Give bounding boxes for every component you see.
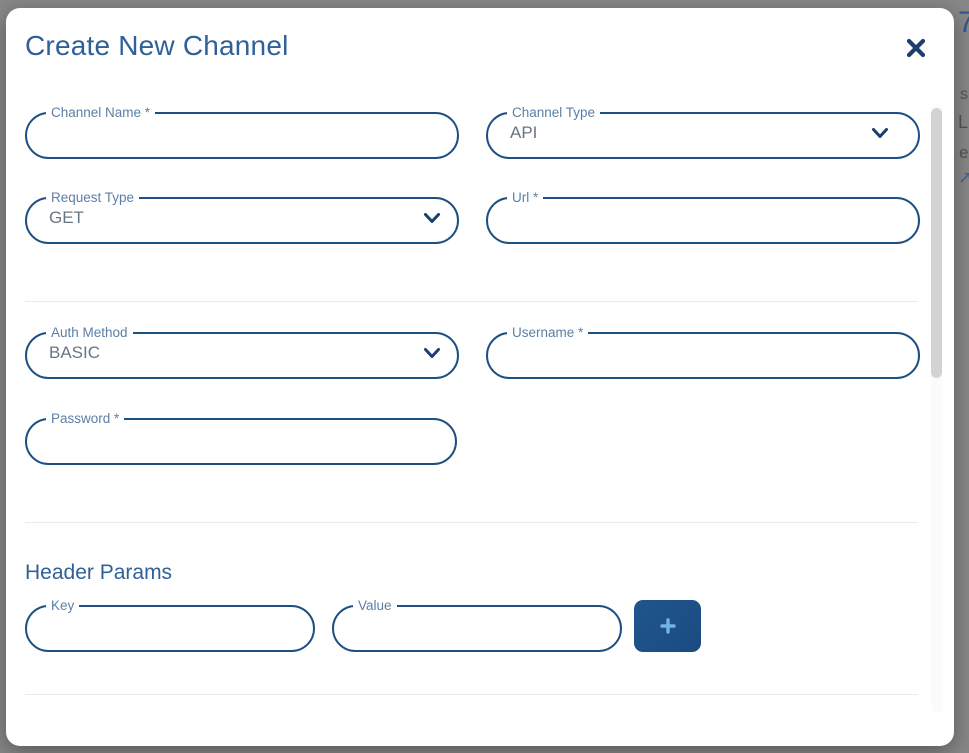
auth-method-field[interactable]: Auth Method BASIC (25, 325, 459, 379)
request-type-field[interactable]: Request Type GET (25, 190, 459, 244)
request-type-value: GET (49, 208, 84, 227)
auth-method-label: Auth Method (51, 325, 128, 340)
background-glyph: s (960, 86, 968, 103)
username-field[interactable]: Username * (486, 326, 920, 379)
auth-method-outline: Auth Method (25, 325, 459, 379)
request-type-label: Request Type (51, 190, 135, 205)
section-divider (25, 522, 918, 523)
background-glyph: e (959, 143, 969, 162)
channel-name-field[interactable]: Channel Name * (25, 106, 459, 159)
plus-icon (659, 618, 676, 634)
dialog-scroll-area[interactable]: Channel Name * Channel Type API Request … (6, 94, 954, 746)
chevron-down-icon[interactable] (422, 343, 442, 363)
channel-type-outline: Channel Type (486, 105, 920, 159)
channel-type-field[interactable]: Channel Type API (486, 105, 920, 159)
password-input[interactable] (25, 413, 457, 465)
auth-method-value: BASIC (49, 343, 101, 362)
header-params-title: Header Params (25, 561, 173, 584)
dialog-title: Create New Channel (25, 30, 289, 61)
password-field[interactable]: Password * (25, 412, 457, 465)
username-input[interactable] (486, 327, 920, 379)
channel-type-value: API (510, 123, 538, 142)
header-param-key-input[interactable] (25, 600, 315, 652)
create-channel-dialog: Create New Channel Channel Name * Channe… (6, 8, 954, 746)
add-header-param-button[interactable] (634, 600, 701, 652)
url-field[interactable]: Url * (486, 191, 920, 244)
channel-name-input[interactable] (25, 107, 459, 159)
header-param-key-field[interactable]: Key (25, 599, 315, 652)
url-input[interactable] (486, 192, 920, 244)
background-glyph: ↗ (958, 168, 969, 187)
close-button[interactable] (898, 30, 934, 66)
scrollbar-thumb[interactable] (931, 108, 942, 378)
header-param-value-input[interactable] (332, 600, 622, 652)
request-type-outline: Request Type (25, 190, 459, 244)
chevron-down-icon[interactable] (870, 123, 890, 143)
chevron-down-icon[interactable] (422, 208, 442, 228)
channel-type-label: Channel Type (512, 105, 596, 120)
section-divider (25, 694, 918, 695)
background-glyph: L (958, 112, 969, 132)
background-glyph: 7 (958, 6, 969, 39)
header-param-value-field[interactable]: Value (332, 599, 622, 652)
close-icon (906, 38, 926, 58)
section-divider (25, 301, 918, 302)
